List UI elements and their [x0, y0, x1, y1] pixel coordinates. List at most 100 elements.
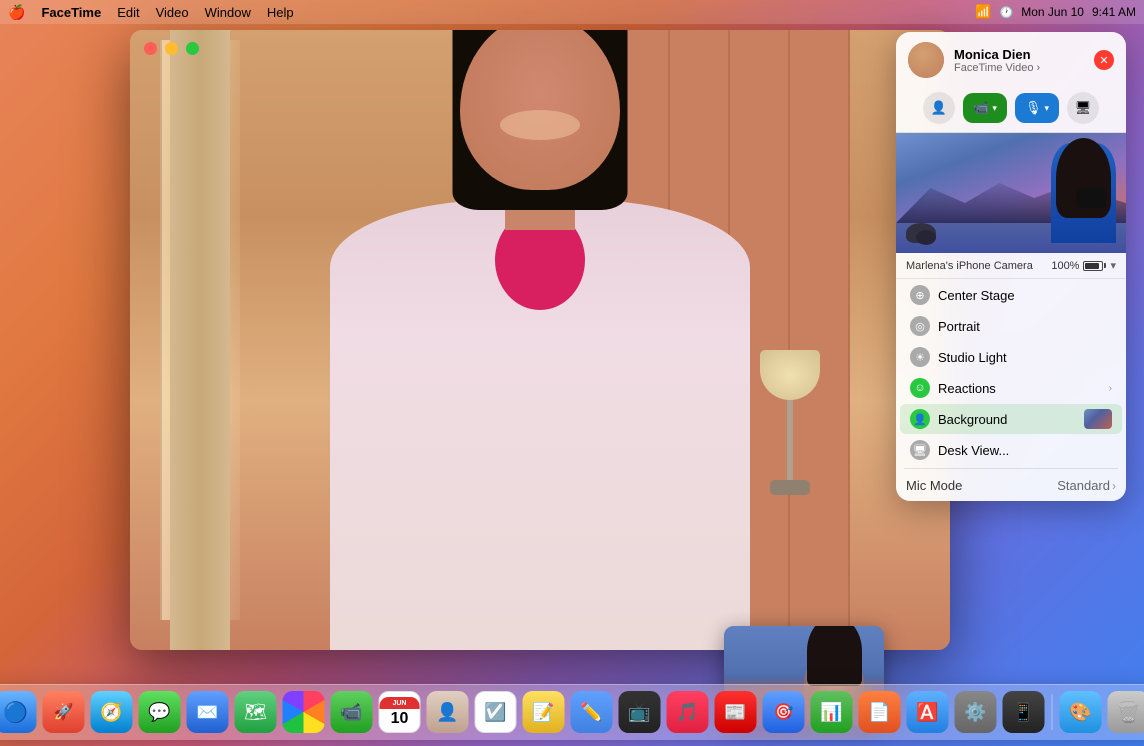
portrait-label: Portrait — [938, 319, 1112, 334]
dock-divider — [1052, 694, 1053, 730]
dock-item-reminders[interactable]: ☑️ — [474, 690, 518, 734]
appstore-icon: 🅰️ — [907, 691, 949, 733]
call-type[interactable]: FaceTime Video › — [954, 62, 1084, 74]
clock-icon: 🕐 — [1000, 6, 1014, 19]
dock-item-messages[interactable]: 💬 — [138, 690, 182, 734]
dock-item-appstore[interactable]: 🅰️ — [906, 690, 950, 734]
dock-item-keynote[interactable]: 🎯 — [762, 690, 806, 734]
dock-item-launchpad[interactable]: 🚀 — [42, 690, 86, 734]
keynote-icon: 🎯 — [763, 691, 805, 733]
facetime-icon: 📹 — [331, 691, 373, 733]
reminders-icon: ☑️ — [475, 691, 517, 733]
person-button[interactable]: 👤 — [923, 92, 955, 124]
pages-icon: 📄 — [859, 691, 901, 733]
dock-item-notes[interactable]: 📝 — [522, 690, 566, 734]
smile-highlight — [500, 110, 580, 140]
dock-item-mail[interactable]: ✉️ — [186, 690, 230, 734]
menu-item-desk-view[interactable]: 🖥 Desk View... — [900, 435, 1122, 465]
menubar-menu-window[interactable]: Window — [205, 5, 251, 20]
window-controls — [144, 42, 199, 55]
notif-header: Monica Dien FaceTime Video › ✕ — [896, 32, 1126, 86]
menubar-menu-edit[interactable]: Edit — [117, 5, 139, 20]
dock-item-iphone[interactable]: 📱 — [1002, 690, 1046, 734]
apple-logo-icon[interactable]: 🍎 — [8, 4, 25, 21]
lamp-base — [770, 480, 810, 495]
window-close-button[interactable] — [144, 42, 157, 55]
mic-mode-value-container: Standard › — [1057, 478, 1116, 493]
mic-mode-bar[interactable]: Mic Mode Standard › — [896, 472, 1126, 501]
finder-icon: 🔵 — [0, 691, 37, 733]
menubar: 🍎 FaceTime Edit Video Window Help 📶 🕐 Mo… — [0, 0, 1144, 24]
menu-items-list: ⊕ Center Stage ◎ Portrait ☀ Studio Light… — [896, 280, 1126, 465]
dock-item-settings[interactable]: ⚙️ — [954, 690, 998, 734]
menu-item-center-stage[interactable]: ⊕ Center Stage — [900, 280, 1122, 310]
microphone-icon: 🎙 — [1025, 100, 1042, 116]
dock-item-numbers[interactable]: 📊 — [810, 690, 854, 734]
dock-item-trash[interactable]: 🗑️ — [1107, 690, 1144, 734]
dock-item-artstudio[interactable]: 🎨 — [1059, 690, 1103, 734]
desk-view-icon: 🖥 — [910, 440, 930, 460]
music-icon: 🎵 — [667, 691, 709, 733]
menu-item-studio-light[interactable]: ☀ Studio Light — [900, 342, 1122, 372]
dock-item-facetime[interactable]: 📹 — [330, 690, 374, 734]
background-icon: 👤 — [910, 409, 930, 429]
camera-name: Marlena's iPhone Camera — [906, 260, 1033, 272]
background-thumbnail — [1084, 409, 1112, 429]
battery-icon — [1083, 261, 1106, 271]
dock: 🔵 🚀 🧭 💬 ✉️ 🗺 📹 — [0, 684, 1144, 740]
dock-item-news[interactable]: 📰 — [714, 690, 758, 734]
freeform-icon: ✏️ — [571, 691, 613, 733]
menu-item-reactions[interactable]: ☺ Reactions › — [900, 373, 1122, 403]
menubar-menu-video[interactable]: Video — [156, 5, 189, 20]
caller-avatar — [908, 42, 944, 78]
menu-item-background[interactable]: 👤 Background — [900, 404, 1122, 434]
dock-item-photos[interactable] — [282, 690, 326, 734]
reactions-chevron-icon: › — [1109, 383, 1112, 394]
controls-row: 👤 📹 ▾ 🎙 ▾ 🖥 — [896, 86, 1126, 133]
mic-mode-chevron-icon: › — [1112, 479, 1116, 493]
window-minimize-button[interactable] — [165, 42, 178, 55]
mic-mode-label: Mic Mode — [906, 478, 962, 493]
dock-item-safari[interactable]: 🧭 — [90, 690, 134, 734]
trash-icon: 🗑️ — [1108, 691, 1144, 733]
dock-item-calendar[interactable]: JUN 10 — [378, 690, 422, 734]
studio-light-label: Studio Light — [938, 350, 1112, 365]
dock-item-freeform[interactable]: ✏️ — [570, 690, 614, 734]
preview-scarf — [1076, 188, 1106, 208]
dock-item-contacts[interactable]: 👤 — [426, 690, 470, 734]
video-camera-icon: 📹 — [973, 100, 989, 116]
portrait-icon: ◎ — [910, 316, 930, 336]
maps-icon: 🗺 — [235, 691, 277, 733]
menubar-app-name[interactable]: FaceTime — [41, 5, 101, 20]
menu-item-portrait[interactable]: ◎ Portrait — [900, 311, 1122, 341]
desk-view-label: Desk View... — [938, 443, 1112, 458]
dock-item-music[interactable]: 🎵 — [666, 690, 710, 734]
reactions-label: Reactions — [938, 381, 1101, 396]
close-button[interactable]: ✕ — [1094, 50, 1114, 70]
iphone-icon: 📱 — [1003, 691, 1045, 733]
screen-share-button[interactable]: 🖥 — [1067, 92, 1099, 124]
mic-mode-value: Standard — [1057, 478, 1110, 493]
camera-chevron[interactable]: ▾ — [1110, 259, 1116, 272]
lamp-shade — [760, 350, 820, 400]
facetime-video-content — [130, 30, 950, 650]
dock-item-pages[interactable]: 📄 — [858, 690, 902, 734]
mail-icon: ✉️ — [187, 691, 229, 733]
news-icon: 📰 — [715, 691, 757, 733]
dock-item-appletv[interactable]: 📺 — [618, 690, 662, 734]
dock-item-finder[interactable]: 🔵 — [0, 690, 38, 734]
video-button[interactable]: 📹 ▾ — [963, 93, 1007, 123]
safari-icon: 🧭 — [91, 691, 133, 733]
menubar-date: Mon Jun 10 — [1021, 5, 1084, 19]
notification-panel: Monica Dien FaceTime Video › ✕ 👤 📹 ▾ 🎙 ▾… — [896, 32, 1126, 501]
menubar-time: 9:41 AM — [1092, 5, 1136, 19]
video-chevron-icon: ▾ — [992, 103, 997, 114]
messages-icon: 💬 — [139, 691, 181, 733]
menubar-menu-help[interactable]: Help — [267, 5, 294, 20]
appletv-icon: 📺 — [619, 691, 661, 733]
menubar-right: 📶 🕐 Mon Jun 10 9:41 AM — [975, 4, 1136, 20]
window-maximize-button[interactable] — [186, 42, 199, 55]
menu-divider — [904, 468, 1118, 469]
mic-button[interactable]: 🎙 ▾ — [1015, 93, 1059, 123]
dock-item-maps[interactable]: 🗺 — [234, 690, 278, 734]
